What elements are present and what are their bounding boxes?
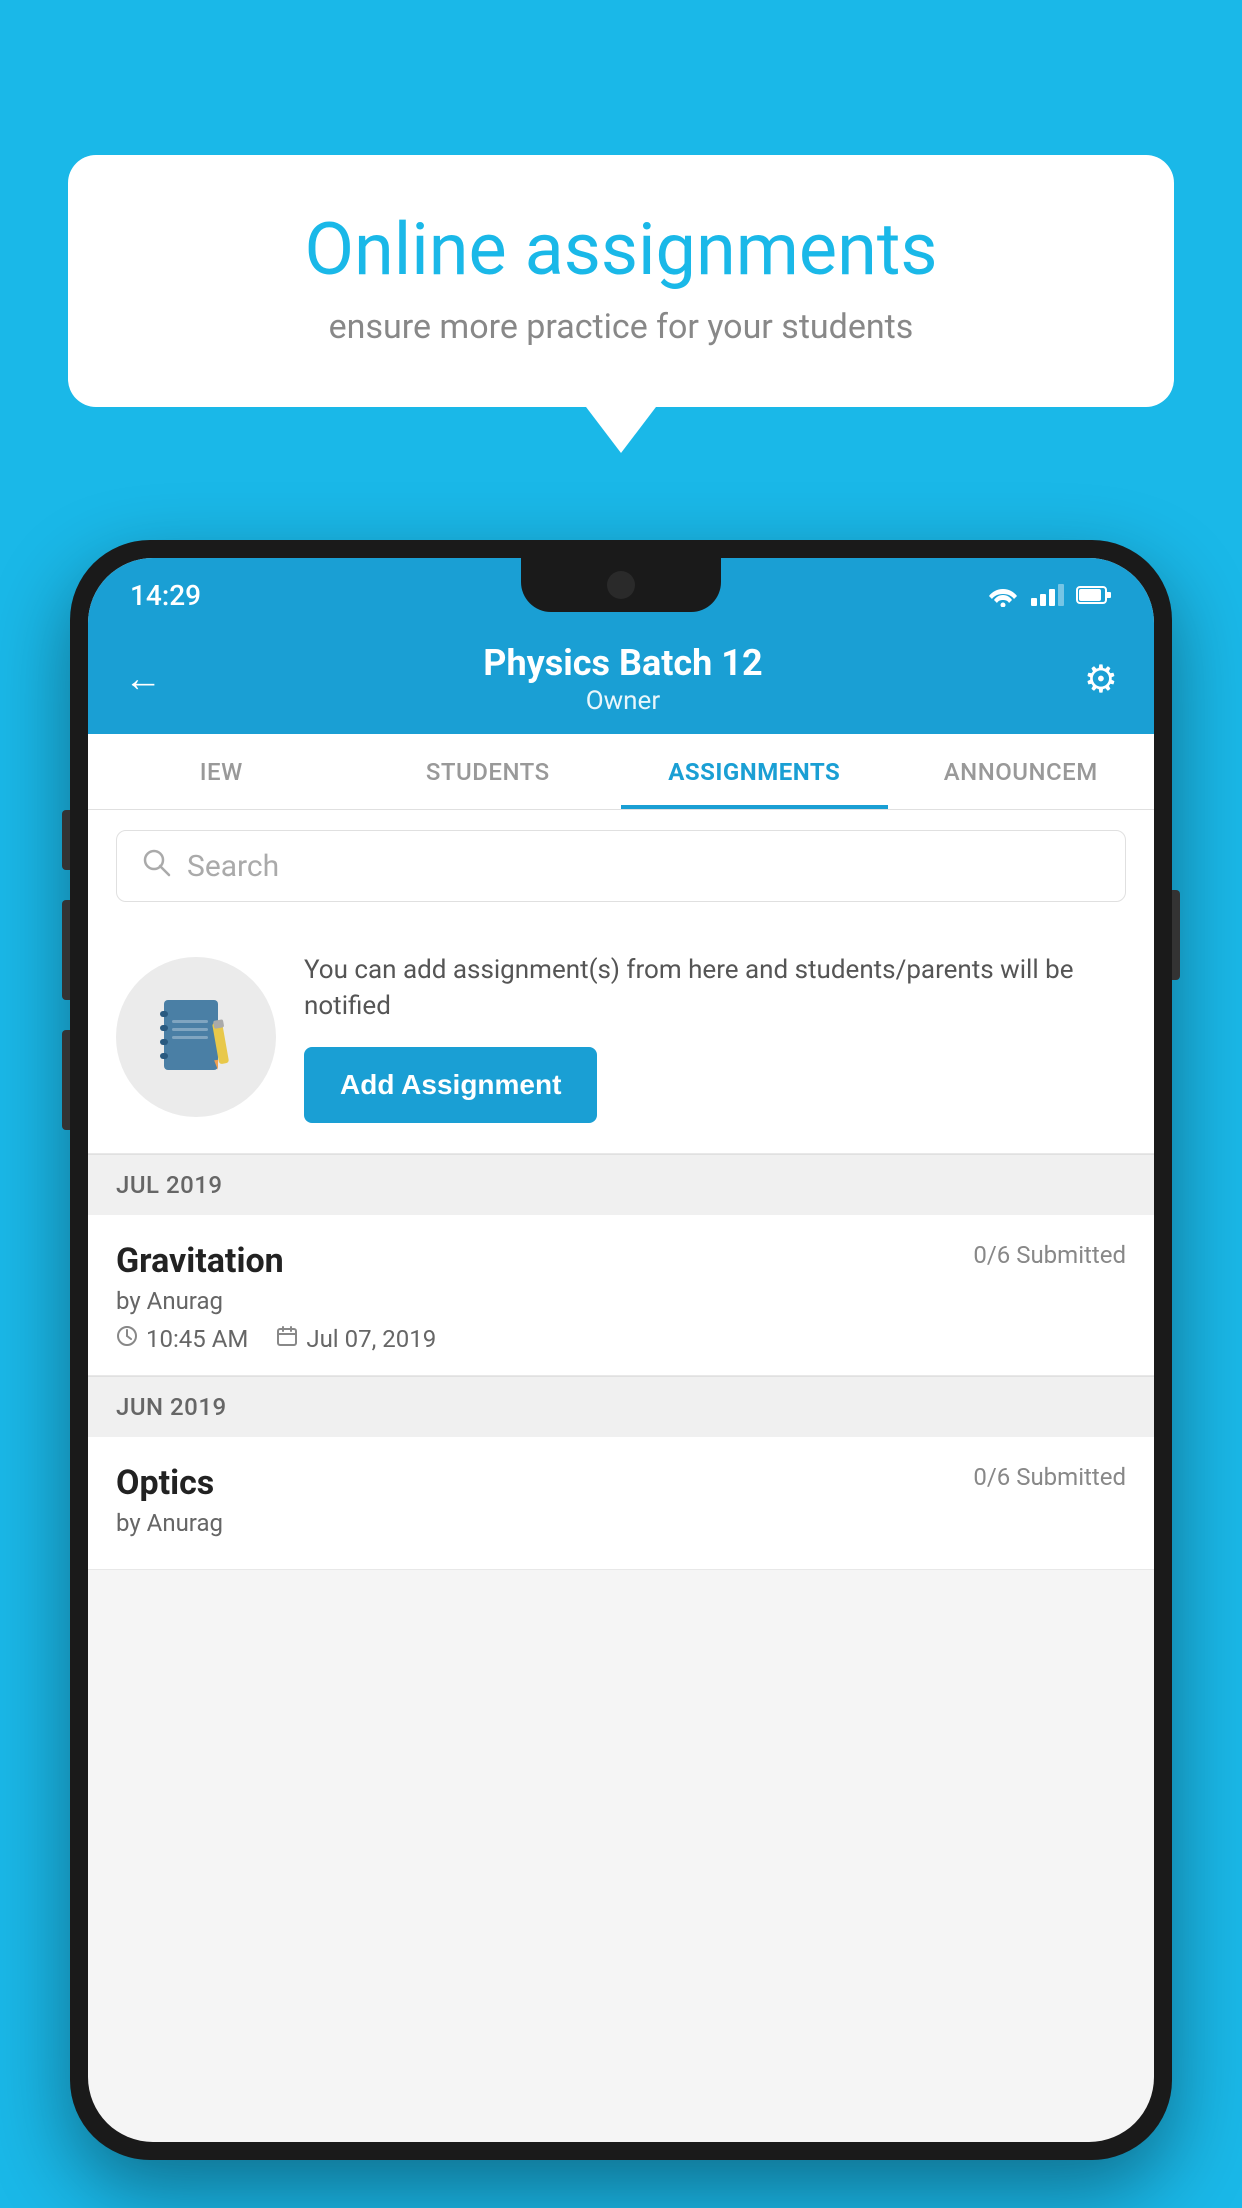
- meta-date: Jul 07, 2019: [276, 1325, 436, 1353]
- phone-camera: [607, 571, 635, 599]
- speech-bubble-container: Online assignments ensure more practice …: [68, 155, 1174, 407]
- assignment-top-row: Gravitation 0/6 Submitted: [116, 1241, 1126, 1281]
- assignment-author-optics: by Anurag: [116, 1509, 1126, 1537]
- assignment-title-optics: Optics: [116, 1463, 214, 1503]
- assignment-title: Gravitation: [116, 1241, 284, 1281]
- tab-iew[interactable]: IEW: [88, 734, 355, 809]
- battery-icon: [1076, 585, 1112, 605]
- calendar-icon: [276, 1325, 298, 1353]
- section-header-jun: JUN 2019: [88, 1376, 1154, 1437]
- section-header-jul: JUL 2019: [88, 1154, 1154, 1215]
- assignment-submitted-optics: 0/6 Submitted: [973, 1463, 1126, 1491]
- assignment-item-gravitation[interactable]: Gravitation 0/6 Submitted by Anurag: [88, 1215, 1154, 1376]
- info-card: You can add assignment(s) from here and …: [88, 922, 1154, 1154]
- signal-icon: [1031, 584, 1064, 606]
- app-header: ← Physics Batch 12 Owner ⚙: [88, 624, 1154, 734]
- back-button[interactable]: ←: [124, 657, 162, 701]
- batch-title: Physics Batch 12: [483, 642, 762, 684]
- search-container: Search: [88, 810, 1154, 922]
- phone-notch: [521, 558, 721, 612]
- search-icon: [141, 847, 171, 885]
- bubble-title: Online assignments: [128, 210, 1114, 289]
- assignment-submitted: 0/6 Submitted: [973, 1241, 1126, 1269]
- info-description: You can add assignment(s) from here and …: [304, 952, 1126, 1025]
- phone-frame: 14:29: [70, 540, 1172, 2160]
- search-input-wrapper[interactable]: Search: [116, 830, 1126, 902]
- phone-wrapper: 14:29: [70, 540, 1172, 2208]
- wifi-icon: [987, 583, 1019, 607]
- mute-button: [62, 810, 70, 870]
- settings-icon[interactable]: ⚙: [1084, 657, 1118, 702]
- header-center: Physics Batch 12 Owner: [483, 642, 762, 716]
- assignment-item-optics[interactable]: Optics 0/6 Submitted by Anurag: [88, 1437, 1154, 1570]
- tab-assignments[interactable]: ASSIGNMENTS: [621, 734, 888, 809]
- tab-students[interactable]: STUDENTS: [355, 734, 622, 809]
- notebook-circle: [116, 957, 276, 1117]
- assignment-meta: 10:45 AM Jul 07, 2019: [116, 1325, 1126, 1353]
- add-assignment-button[interactable]: Add Assignment: [304, 1047, 597, 1123]
- tab-announcements[interactable]: ANNOUNCEM: [888, 734, 1155, 809]
- speech-bubble: Online assignments ensure more practice …: [68, 155, 1174, 407]
- assignment-author: by Anurag: [116, 1287, 1126, 1315]
- notebook-icon: [156, 995, 236, 1080]
- info-text-area: You can add assignment(s) from here and …: [304, 952, 1126, 1123]
- status-icons: [987, 583, 1112, 607]
- volume-up-button: [62, 900, 70, 1000]
- assignment-top-row-optics: Optics 0/6 Submitted: [116, 1463, 1126, 1503]
- bubble-subtitle: ensure more practice for your students: [128, 307, 1114, 347]
- status-time: 14:29: [130, 579, 201, 612]
- header-subtitle: Owner: [483, 686, 762, 716]
- volume-down-button: [62, 1030, 70, 1130]
- power-button: [1172, 890, 1180, 980]
- phone-screen: 14:29: [88, 558, 1154, 2142]
- tab-bar: IEW STUDENTS ASSIGNMENTS ANNOUNCEM: [88, 734, 1154, 810]
- clock-icon: [116, 1325, 138, 1353]
- search-placeholder: Search: [187, 849, 279, 884]
- meta-time: 10:45 AM: [116, 1325, 248, 1353]
